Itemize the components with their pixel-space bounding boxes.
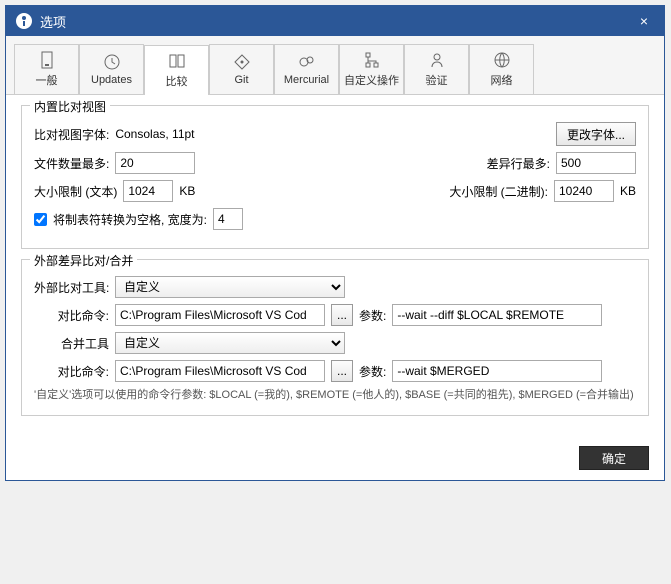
options-dialog: 选项 × 一般 Updates 比较 Git Mercurial 自定义操作: [5, 5, 665, 481]
tabs-width-input[interactable]: [213, 208, 243, 230]
tab-custom-actions[interactable]: 自定义操作: [339, 44, 404, 94]
general-icon: [38, 51, 56, 69]
tab-auth[interactable]: 验证: [404, 44, 469, 94]
external-diff-group: 外部差异比对/合并 外部比对工具: 自定义 对比命令: ... 参数: 合并工具…: [21, 259, 649, 416]
tab-network[interactable]: 网络: [469, 44, 534, 94]
change-font-button[interactable]: 更改字体...: [556, 122, 636, 146]
tab-updates[interactable]: Updates: [79, 44, 144, 94]
diff-args-input[interactable]: [392, 304, 602, 326]
dialog-footer: 确定: [6, 436, 664, 480]
custom-actions-icon: [363, 51, 381, 69]
merge-cmd-label: 对比命令:: [34, 363, 109, 380]
merge-args-input[interactable]: [392, 360, 602, 382]
diff-tool-label: 外部比对工具:: [34, 279, 109, 296]
size-text-label: 大小限制 (文本): [34, 183, 117, 200]
network-icon: [493, 51, 511, 69]
merge-tool-label: 合并工具: [34, 335, 109, 352]
max-diff-lines-input[interactable]: [556, 152, 636, 174]
tab-label: Mercurial: [284, 74, 329, 86]
tab-git[interactable]: Git: [209, 44, 274, 94]
tab-bar: 一般 Updates 比较 Git Mercurial 自定义操作 验证 网络: [6, 36, 664, 95]
merge-cmd-input[interactable]: [115, 360, 325, 382]
diff-cmd-input[interactable]: [115, 304, 325, 326]
window-title: 选项: [40, 12, 634, 31]
tab-general[interactable]: 一般: [14, 44, 79, 94]
tabs-to-spaces-checkbox[interactable]: [34, 213, 47, 226]
content-area: 内置比对视图 比对视图字体: Consolas, 11pt 更改字体... 文件…: [6, 95, 664, 436]
tabs-to-spaces-label: 将制表符转换为空格, 宽度为:: [53, 211, 207, 228]
max-diff-lines-label: 差异行最多:: [487, 155, 550, 172]
updates-icon: [103, 53, 121, 71]
args-hint: '自定义'选项可以使用的命令行参数: $LOCAL (=我的), $REMOTE…: [34, 388, 636, 403]
diff-args-label: 参数:: [359, 307, 386, 324]
builtin-diff-group: 内置比对视图 比对视图字体: Consolas, 11pt 更改字体... 文件…: [21, 105, 649, 249]
merge-browse-button[interactable]: ...: [331, 360, 353, 382]
tab-label: 比较: [166, 73, 188, 89]
tab-label: 网络: [491, 72, 513, 88]
max-files-label: 文件数量最多:: [34, 155, 109, 172]
font-label: 比对视图字体:: [34, 126, 109, 143]
size-bin-label: 大小限制 (二进制):: [449, 183, 548, 200]
group-title: 内置比对视图: [30, 98, 110, 115]
size-bin-unit: KB: [620, 184, 636, 198]
git-icon: [233, 53, 251, 71]
tab-label: Git: [234, 74, 248, 86]
tab-label: 自定义操作: [344, 72, 399, 88]
close-icon[interactable]: ×: [634, 13, 654, 29]
app-icon: [16, 13, 32, 29]
size-text-input[interactable]: [123, 180, 173, 202]
font-value: Consolas, 11pt: [115, 127, 194, 141]
auth-icon: [428, 51, 446, 69]
tab-label: 一般: [36, 72, 58, 88]
size-text-unit: KB: [179, 184, 195, 198]
mercurial-icon: [298, 53, 316, 71]
merge-args-label: 参数:: [359, 363, 386, 380]
tab-diff[interactable]: 比较: [144, 45, 209, 95]
ok-button[interactable]: 确定: [579, 446, 649, 470]
merge-tool-select[interactable]: 自定义: [115, 332, 345, 354]
tab-mercurial[interactable]: Mercurial: [274, 44, 339, 94]
max-files-input[interactable]: [115, 152, 195, 174]
diff-icon: [168, 52, 186, 70]
tab-label: Updates: [91, 74, 132, 86]
size-bin-input[interactable]: [554, 180, 614, 202]
diff-cmd-label: 对比命令:: [34, 307, 109, 324]
diff-tool-select[interactable]: 自定义: [115, 276, 345, 298]
group-title: 外部差异比对/合并: [30, 252, 137, 269]
tab-label: 验证: [426, 72, 448, 88]
diff-browse-button[interactable]: ...: [331, 304, 353, 326]
titlebar: 选项 ×: [6, 6, 664, 36]
